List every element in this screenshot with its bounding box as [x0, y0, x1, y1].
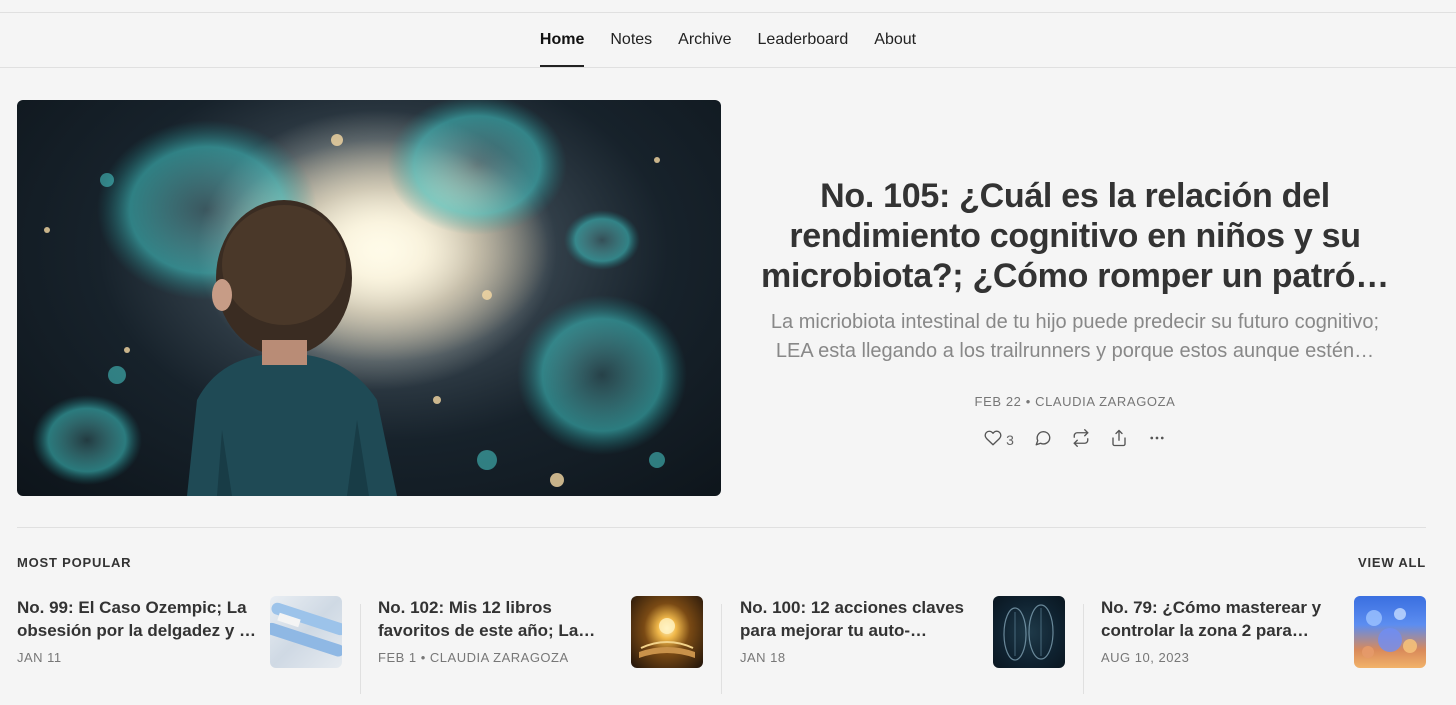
card-separator	[1083, 604, 1084, 694]
more-button[interactable]	[1148, 429, 1166, 450]
hero-actions: 3	[760, 429, 1390, 450]
nav-item-leaderboard[interactable]: Leaderboard	[745, 13, 862, 67]
hero-text: No. 105: ¿Cuál es la relación del rendim…	[760, 176, 1390, 450]
post-thumbnail[interactable]	[1354, 596, 1426, 668]
xray-feet-image	[1003, 604, 1054, 661]
nav-item-home[interactable]: Home	[527, 13, 597, 67]
share-button[interactable]	[1110, 429, 1128, 450]
nav-item-archive[interactable]: Archive	[665, 13, 744, 67]
popular-post-card[interactable]: No. 102: Mis 12 libros favoritos de este…	[378, 596, 703, 696]
card-separator	[360, 604, 361, 694]
view-all-link[interactable]: VIEW ALL	[1358, 555, 1426, 570]
hero-title[interactable]: No. 105: ¿Cuál es la relación del rendim…	[760, 176, 1390, 296]
section-divider	[17, 527, 1426, 528]
share-icon	[1110, 429, 1128, 450]
hero-illustration	[32, 100, 687, 496]
like-button[interactable]: 3	[984, 429, 1014, 450]
glowing-book-image	[639, 618, 695, 658]
post-thumbnail[interactable]	[270, 596, 342, 668]
popular-post-card[interactable]: No. 100: 12 acciones claves para mejorar…	[740, 596, 1065, 696]
restack-icon	[1072, 429, 1090, 450]
post-title[interactable]: No. 79: ¿Cómo masterear y controlar la z…	[1101, 596, 1343, 642]
post-title[interactable]: No. 99: El Caso Ozempic; La obsesión por…	[17, 596, 259, 642]
comment-button[interactable]	[1034, 429, 1052, 450]
most-popular-heading: MOST POPULAR	[17, 555, 132, 570]
comment-icon	[1034, 429, 1052, 450]
nav-item-notes[interactable]: Notes	[597, 13, 665, 67]
post-thumbnail[interactable]	[993, 596, 1065, 668]
popular-post-card[interactable]: No. 99: El Caso Ozempic; La obsesión por…	[17, 596, 342, 696]
more-icon	[1148, 429, 1166, 450]
main-nav: Home Notes Archive Leaderboard About	[0, 13, 1456, 68]
hero-meta: FEB 22 • CLAUDIA ZARAGOZA	[974, 394, 1176, 409]
cells-illustration-image	[1362, 608, 1417, 658]
restack-button[interactable]	[1072, 429, 1090, 450]
hero-subtitle: La micriobiota intestinal de tu hijo pue…	[770, 311, 1380, 362]
card-separator	[721, 604, 722, 694]
post-title[interactable]: No. 100: 12 acciones claves para mejorar…	[740, 596, 982, 642]
nav-item-about[interactable]: About	[861, 13, 929, 67]
hero-image[interactable]	[17, 100, 721, 496]
post-title[interactable]: No. 102: Mis 12 libros favoritos de este…	[378, 596, 620, 642]
post-meta: AUG 10, 2023	[1101, 650, 1190, 665]
post-thumbnail[interactable]	[631, 596, 703, 668]
popular-post-card[interactable]: No. 79: ¿Cómo masterear y controlar la z…	[1101, 596, 1426, 696]
pen-injector-image	[270, 602, 342, 657]
heart-icon	[984, 429, 1002, 450]
post-meta: JAN 18	[740, 650, 786, 665]
post-meta: JAN 11	[17, 650, 62, 665]
like-count: 3	[1006, 431, 1014, 448]
post-meta: FEB 1 • CLAUDIA ZARAGOZA	[378, 650, 569, 665]
